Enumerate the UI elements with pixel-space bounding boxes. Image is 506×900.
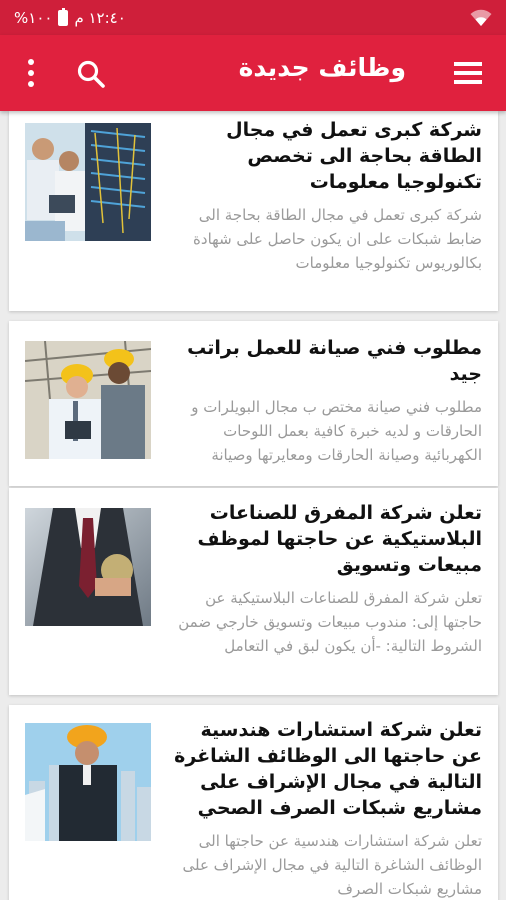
job-excerpt: مطلوب فني صيانة مختص ب مجال البويلرات و … [191, 398, 482, 464]
job-excerpt: تعلن شركة المفرق للصناعات البلاستيكية عن… [178, 589, 482, 655]
page-title: وظائف جديدة [238, 53, 406, 82]
job-text: شركة كبرى تعمل في مجال الطاقة بحاجة الى … [164, 117, 482, 275]
battery-level: ١٠٠% [14, 8, 53, 27]
job-headline: تعلن شركة المفرق للصناعات البلاستيكية عن… [197, 502, 482, 576]
job-excerpt: شركة كبرى تعمل في مجال الطاقة بحاجة الى … [193, 206, 482, 272]
job-headline: مطلوب فني صيانة للعمل براتب جيد [187, 337, 482, 385]
technicians-server-room-photo [25, 123, 151, 241]
status-right [470, 9, 492, 27]
job-card[interactable]: مطلوب فني صيانة للعمل براتب جيد مطلوب فن… [9, 321, 498, 486]
clock: ١٢:٤٠ م [74, 8, 126, 27]
job-text: تعلن شركة المفرق للصناعات البلاستيكية عن… [164, 500, 482, 658]
businessman-tie-photo [25, 508, 151, 626]
battery-icon [58, 7, 69, 26]
job-headline: تعلن شركة استشارات هندسية عن حاجتها الى … [174, 719, 482, 819]
search-icon[interactable] [76, 59, 106, 89]
hamburger-menu-icon[interactable] [454, 62, 482, 84]
more-vertical-icon[interactable] [16, 57, 46, 89]
job-headline: شركة كبرى تعمل في مجال الطاقة بحاجة الى … [226, 119, 482, 193]
job-card[interactable]: تعلن شركة استشارات هندسية عن حاجتها الى … [9, 705, 498, 900]
status-left: ١٢:٤٠ م ١٠٠% [14, 7, 126, 27]
wifi-icon [470, 9, 492, 26]
job-card[interactable]: شركة كبرى تعمل في مجال الطاقة بحاجة الى … [9, 111, 498, 311]
job-card[interactable]: تعلن شركة المفرق للصناعات البلاستيكية عن… [9, 488, 498, 695]
job-text: تعلن شركة استشارات هندسية عن حاجتها الى … [164, 717, 482, 900]
engineers-hard-hats-photo [25, 341, 151, 459]
app-bar: وظائف جديدة [0, 35, 506, 111]
status-bar: ١٢:٤٠ م ١٠٠% [0, 0, 506, 35]
job-excerpt: تعلن شركة استشارات هندسية عن حاجتها الى … [182, 832, 482, 898]
engineer-city-blueprint-photo [25, 723, 151, 841]
job-text: مطلوب فني صيانة للعمل براتب جيد مطلوب فن… [164, 335, 482, 467]
